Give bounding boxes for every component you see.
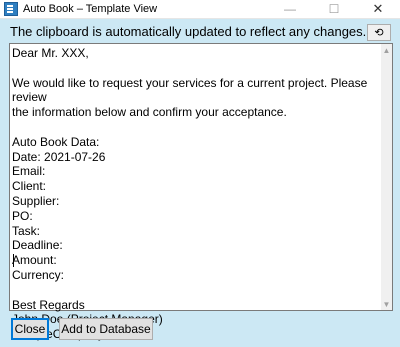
title-bar: Auto Book – Template View — ☐ ✕ (0, 0, 400, 19)
template-line: Email: (12, 164, 46, 179)
template-line (12, 283, 370, 298)
text-caret (13, 254, 14, 267)
refresh-icon: ⟲ (374, 27, 384, 39)
add-to-database-button[interactable]: Add to Database (59, 318, 153, 340)
scroll-up-icon[interactable]: ▲ (381, 44, 392, 56)
template-line: Client: (12, 179, 47, 194)
template-line: the information below and confirm your a… (12, 105, 287, 120)
close-button[interactable]: Close (11, 318, 49, 340)
template-line: We would like to request your services f… (12, 75, 371, 105)
template-line: Date: 2021-07-26 (12, 149, 106, 164)
template-text: Dear Mr. XXX, We would like to request y… (12, 46, 370, 342)
template-line: Deadline: (12, 238, 63, 253)
template-line: Task: (12, 223, 41, 238)
vertical-scrollbar[interactable]: ▲ ▼ (381, 44, 392, 310)
window-controls: — ☐ ✕ (268, 0, 400, 18)
scroll-down-icon[interactable]: ▼ (381, 298, 392, 310)
refresh-button[interactable]: ⟲ (367, 24, 391, 41)
app-icon (4, 2, 18, 16)
window-close-button[interactable]: ✕ (356, 0, 400, 18)
template-line: PO: (12, 208, 33, 223)
clipboard-info-text: The clipboard is automatically updated t… (10, 24, 367, 39)
template-line (12, 120, 370, 135)
minimize-button[interactable]: — (268, 0, 312, 18)
template-line: Amount: (12, 253, 57, 268)
template-line: Dear Mr. XXX, (12, 46, 89, 60)
template-line: Best Regards (12, 297, 85, 312)
template-text-area[interactable]: Dear Mr. XXX, We would like to request y… (9, 43, 393, 341)
template-line: Currency: (12, 267, 65, 282)
window-title: Auto Book – Template View (23, 3, 158, 15)
template-line (12, 61, 370, 76)
template-line: Auto Book Data: (12, 134, 100, 149)
template-line: Supplier: (12, 193, 60, 208)
maximize-button[interactable]: ☐ (312, 0, 356, 18)
